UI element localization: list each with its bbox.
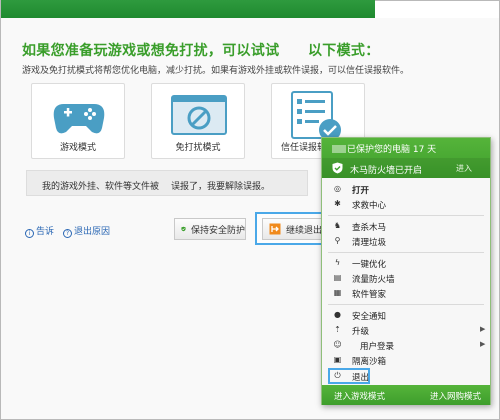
menu-divider (328, 252, 484, 253)
trojan-scan-icon: ♞ (333, 221, 342, 230)
false-positive-text-left: 我的游戏外挂、软件等文件被 (42, 182, 160, 192)
menu-item-optimize[interactable]: ϟ 一键优化 (322, 257, 490, 270)
firewall-status-row[interactable]: 木马防火墙已开启 进入 (322, 158, 490, 178)
menu-item-software-manager[interactable]: ▦ 软件管家 (322, 287, 490, 300)
bolt-icon: ϟ (334, 258, 341, 267)
sandbox-icon: ▣ (333, 355, 342, 364)
dialog-subtext: 游戏及免打扰模式将帮您优化电脑，减少打扰。如果有游戏外挂或软件误报，可以信任误报… (22, 66, 410, 76)
continue-exit-label: 继续退出 (286, 225, 323, 236)
exit-reason-link[interactable]: ? 退出原因 (63, 224, 110, 238)
exit-reason-link-label: 退出原因 (74, 227, 111, 237)
info-icon: i (25, 229, 34, 238)
menu-divider (328, 215, 484, 216)
menu-item-label: 求救中心 (352, 201, 387, 211)
enter-game-mode-link[interactable]: 进入游戏模式 (334, 390, 385, 402)
menu-footer: 进入游戏模式 进入网购模式 (322, 385, 490, 405)
shield-check-icon (332, 162, 343, 174)
submenu-arrow-icon: ▶ (480, 325, 486, 333)
upgrade-icon: ⇡ (334, 325, 341, 334)
no-disturb-icon (171, 95, 227, 135)
feedback-link[interactable]: i 告诉 (25, 224, 54, 238)
menu-item-help-center[interactable]: ✱ 求救中心 (322, 198, 490, 211)
open-icon: ◎ (334, 184, 341, 193)
menu-item-label: 隔离沙箱 (352, 357, 387, 367)
menu-item-label: 安全通知 (352, 312, 387, 322)
game-mode-label: 游戏模式 (59, 143, 96, 153)
false-positive-text[interactable]: 我的游戏外挂、软件等文件被 误报了，我要解除误报。 (42, 179, 270, 192)
redacted-name (332, 145, 346, 153)
exit-arrow-icon (269, 223, 281, 235)
menu-item-label: 打开 (352, 186, 370, 196)
grid-icon: ▦ (333, 288, 342, 297)
keep-protection-label: 保持安全防护 (190, 225, 245, 236)
enter-shopping-mode-link[interactable]: 进入网购模式 (430, 390, 481, 402)
firewall-status-text: 木马防火墙已开启 (350, 166, 423, 176)
menu-item-user-login[interactable]: ☺ 用户登录 ▶ (322, 339, 490, 352)
feedback-link-label: 告诉 (36, 227, 55, 237)
menu-item-label: 用户登录 (360, 342, 395, 352)
protect-days-line: 已保护您的电脑 17 天 (332, 142, 436, 155)
menu-item-trojan-scan[interactable]: ♞ 查杀木马 (322, 220, 490, 233)
protect-days-text: 已保护您的电脑 17 天 (347, 145, 437, 155)
menu-item-label: 一键优化 (352, 260, 387, 270)
menu-item-sandbox[interactable]: ▣ 隔离沙箱 (322, 354, 490, 367)
menu-item-security-notice[interactable]: ● 安全通知 (322, 309, 490, 322)
continue-exit-button[interactable]: 继续退出 (262, 218, 324, 240)
tray-context-menu: 已保护您的电脑 17 天 木马防火墙已开启 进入 ◎ 打开 ✱ 求救中心 ♞ 查杀木马… (321, 137, 491, 405)
menu-item-clean-junk[interactable]: ⚲ 清理垃圾 (322, 235, 490, 248)
bell-icon: ● (334, 310, 341, 319)
menu-item-label: 清理垃圾 (352, 238, 387, 248)
false-positive-text-right: 误报了，我要解除误报。 (171, 182, 271, 192)
firewall-enter-link[interactable]: 进入 (456, 163, 472, 174)
menu-item-label: 软件管家 (352, 290, 387, 300)
shield-icon (181, 226, 186, 232)
title-bar (1, 0, 375, 18)
dialog-heading: 如果您准备玩游戏或想免打扰，可以试试 以下模式： (22, 43, 380, 59)
power-icon: ⏻ (334, 371, 341, 380)
menu-item-traffic-firewall[interactable]: ▤ 流量防火墙 (322, 272, 490, 285)
menu-item-label: 流量防火墙 (352, 275, 395, 285)
menu-divider (328, 304, 484, 305)
menu-item-label: 退出 (352, 373, 370, 383)
menu-item-label: 升级 (352, 327, 370, 337)
keep-protection-button[interactable]: 保持安全防护 (174, 218, 246, 240)
submenu-arrow-icon: ▶ (480, 340, 486, 348)
no-disturb-mode-label: 免打扰模式 (175, 143, 221, 153)
bandwidth-icon: ▤ (333, 273, 342, 282)
broom-icon: ⚲ (334, 236, 341, 245)
user-icon: ☺ (333, 340, 342, 349)
menu-item-open[interactable]: ◎ 打开 (322, 183, 490, 196)
menu-header: 已保护您的电脑 17 天 木马防火墙已开启 进入 (322, 138, 490, 178)
question-icon: ? (63, 229, 72, 238)
checklist-icon (291, 91, 341, 141)
menu-item-upgrade[interactable]: ⇡ 升级 ▶ (322, 324, 490, 337)
menu-item-exit[interactable]: ⏻ 退出 (322, 370, 490, 383)
help-center-icon: ✱ (334, 199, 341, 208)
menu-item-label: 查杀木马 (352, 223, 387, 233)
gamepad-icon (53, 104, 105, 134)
